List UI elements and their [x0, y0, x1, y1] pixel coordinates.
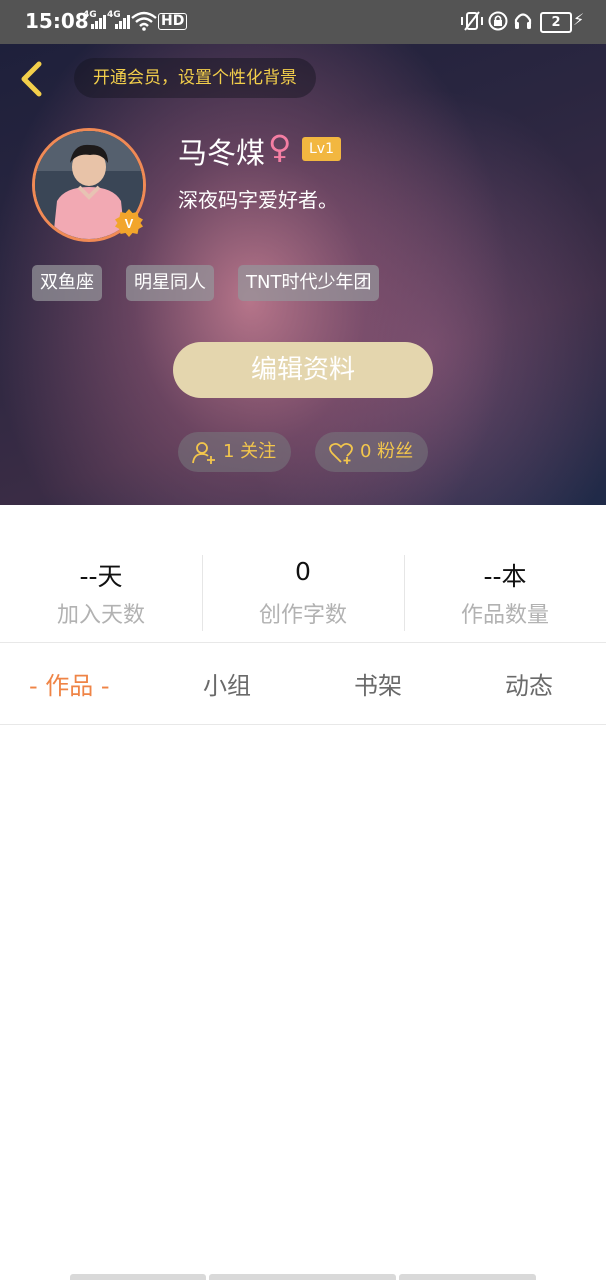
tab-groups[interactable]: 小组 [203, 666, 251, 706]
tag-tnt[interactable]: TNT时代少年团 [238, 265, 380, 301]
battery-icon: 2 [540, 12, 572, 33]
tag-constellation[interactable]: 双鱼座 [32, 265, 102, 301]
user-name: 马冬煤 [178, 136, 266, 170]
tab-works[interactable]: - 作品 - [29, 666, 110, 706]
stat-label: 加入天数 [56, 603, 145, 628]
back-chevron-icon[interactable] [12, 58, 52, 100]
user-bio: 深夜码字爱好者。 [178, 188, 338, 212]
vip-banner-button[interactable]: 开通会员，设置个性化背景 [74, 58, 316, 98]
edit-profile-button[interactable]: 编辑资料 [173, 342, 433, 398]
stats-row: --天 加入天数 0 创作字数 --本 作品数量 [0, 505, 606, 643]
following-button[interactable]: 1 关注 [178, 432, 291, 472]
heart-icon [329, 442, 353, 464]
tag-fan-fiction[interactable]: 明星同人 [126, 265, 214, 301]
level-badge: Lv1 [302, 137, 341, 161]
stat-value: --本 [483, 562, 527, 591]
status-time: 15:08 [25, 9, 89, 33]
following-count: 1 关注 [223, 441, 277, 462]
stat-work-count: --本 作品数量 [404, 505, 606, 643]
stat-word-count: 0 创作字数 [202, 505, 404, 643]
alarm-icon [461, 11, 483, 31]
wifi-icon [131, 11, 157, 31]
stat-label: 创作字数 [258, 603, 347, 628]
stat-value: --天 [79, 562, 123, 591]
gender-female-icon: ♀ [268, 128, 292, 166]
divider [0, 642, 606, 643]
tab-bookshelf[interactable]: 书架 [354, 666, 402, 706]
bottom-nav-edge [209, 1274, 396, 1280]
svg-text:V: V [125, 216, 134, 231]
charging-icon: ⚡ [573, 10, 585, 29]
status-bar: 15:08 4G 4G HD 2 ⚡ [0, 0, 606, 44]
bottom-nav-edge [399, 1274, 536, 1280]
headphones-icon [514, 13, 532, 29]
lock-icon [488, 11, 508, 31]
signal-icon: 4G [83, 10, 107, 32]
tab-activity[interactable]: 动态 [505, 666, 553, 706]
follow-user-icon [192, 442, 215, 464]
works-list-empty [0, 725, 606, 1265]
stat-label: 作品数量 [460, 603, 549, 628]
followers-count: 0 粉丝 [360, 441, 414, 462]
verified-v-icon: V [115, 209, 143, 237]
stat-join-days: --天 加入天数 [0, 505, 202, 643]
profile-header: 15:08 4G 4G HD 2 ⚡ 开通会员，设置个性化背景 V 马冬煤 ♀ … [0, 0, 606, 505]
followers-button[interactable]: 0 粉丝 [315, 432, 428, 472]
stat-value: 0 [295, 557, 311, 586]
hd-badge: HD [158, 13, 188, 30]
signal-icon-2: 4G [107, 10, 131, 32]
bottom-nav-edge [70, 1274, 206, 1280]
